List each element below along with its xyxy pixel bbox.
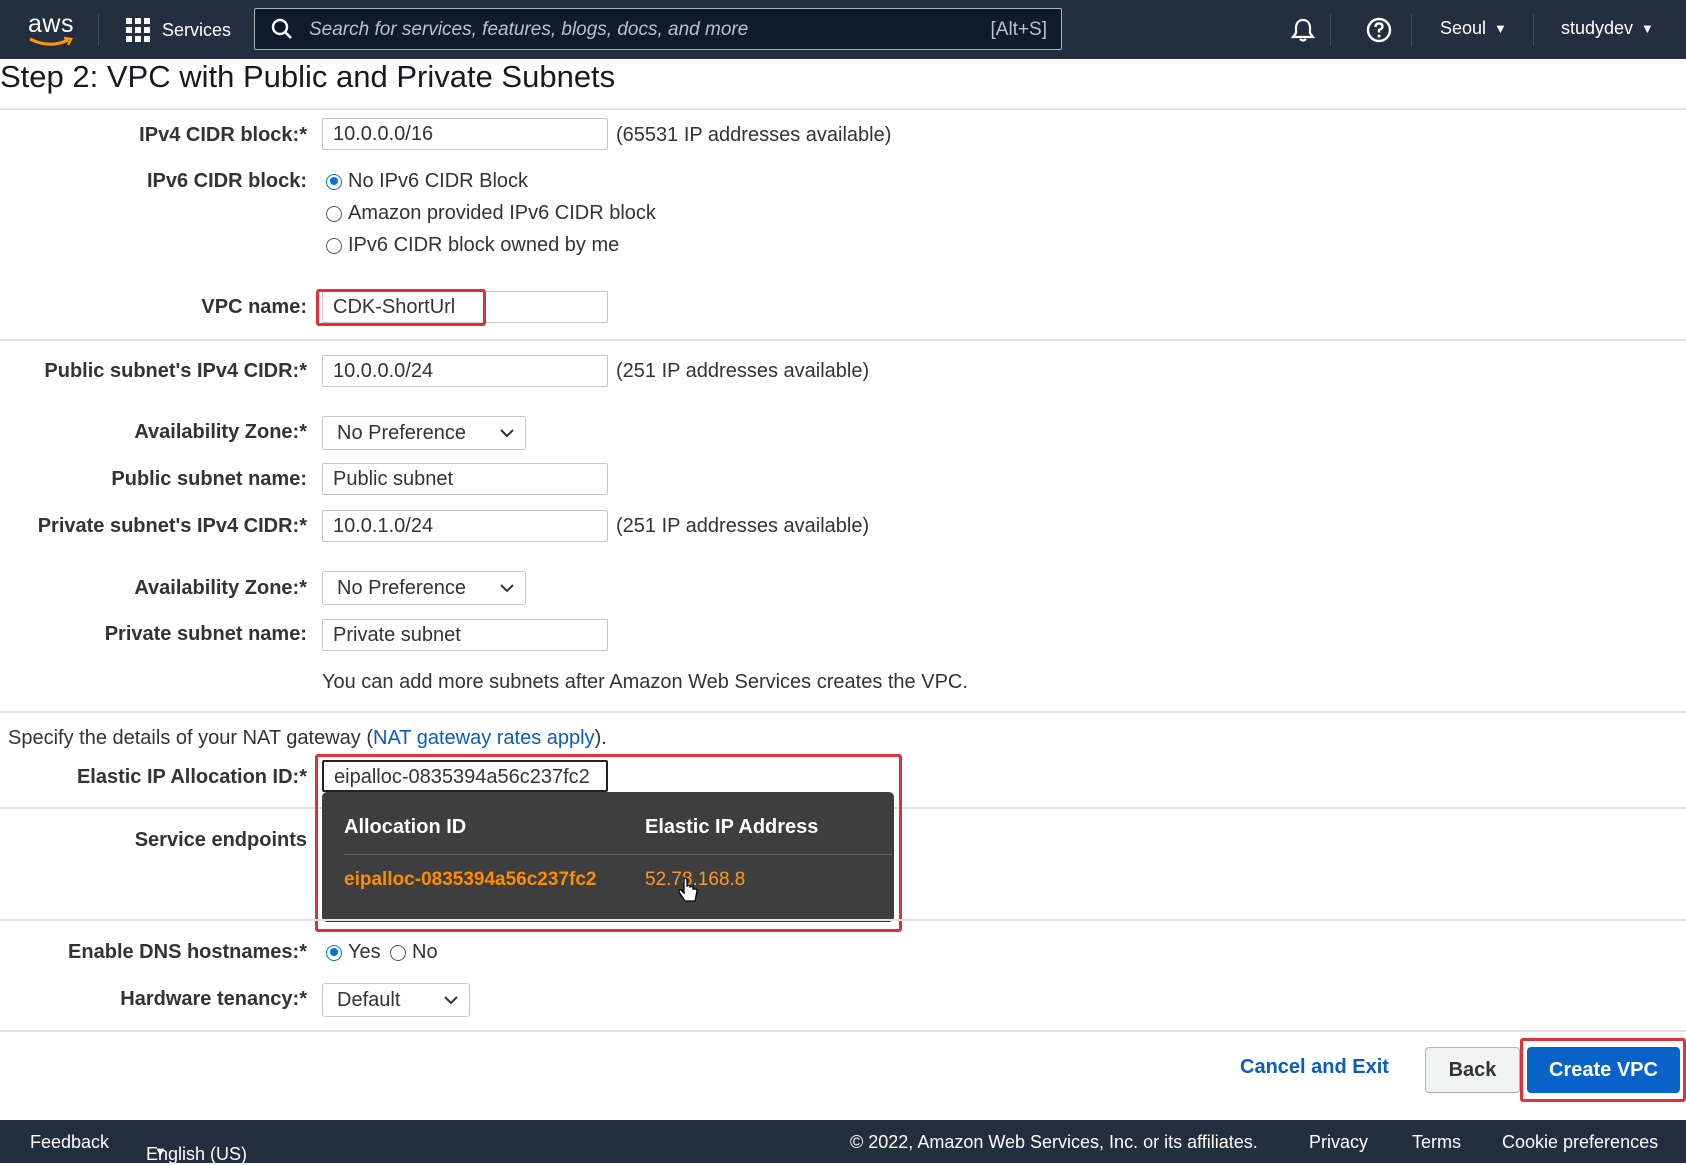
- divider: [0, 108, 1686, 110]
- dns-no-option[interactable]: No: [390, 941, 438, 964]
- nat-intro: Specify the details of your NAT gateway …: [8, 727, 607, 750]
- ipv6-option-none[interactable]: No IPv6 CIDR Block: [326, 170, 528, 193]
- az-public-select[interactable]: No Preference: [322, 416, 526, 450]
- tenancy-value: Default: [337, 989, 401, 1011]
- divider: [0, 919, 1686, 921]
- radio-icon: [326, 205, 342, 222]
- az-private-value: No Preference: [337, 577, 466, 599]
- highlight-box: [315, 754, 902, 932]
- dns-no-label: No: [412, 941, 438, 963]
- search-icon: [271, 18, 292, 39]
- dns-yes-label: Yes: [348, 941, 381, 963]
- az-public-value: No Preference: [337, 422, 466, 444]
- radio-icon: [390, 944, 406, 961]
- subnets-note: You can add more subnets after Amazon We…: [322, 671, 968, 693]
- public-cidr-input[interactable]: 10.0.0.0/24: [322, 355, 608, 387]
- account-label: studydev: [1561, 18, 1634, 38]
- ipv6-option-amazon[interactable]: Amazon provided IPv6 CIDR block: [326, 202, 656, 225]
- region-selector[interactable]: Seoul ▼: [1440, 18, 1507, 39]
- private-name-input[interactable]: Private subnet: [322, 619, 608, 651]
- nat-intro-end: ).: [594, 727, 607, 749]
- service-endpoints-label: Service endpoints: [134, 829, 307, 851]
- cookie-preferences-link[interactable]: Cookie preferences: [1502, 1132, 1658, 1153]
- region-label: Seoul: [1440, 18, 1487, 38]
- dns-hostnames-label: Enable DNS hostnames:*: [68, 941, 307, 963]
- caret-down-icon: ▼: [154, 1144, 167, 1159]
- top-navigation: aws Services Search for services, featur…: [0, 0, 1686, 59]
- private-cidr-label: Private subnet's IPv4 CIDR:*: [37, 515, 307, 537]
- private-cidr-hint: (251 IP addresses available): [616, 515, 870, 537]
- search-shortcut: [Alt+S]: [990, 19, 1048, 40]
- nav-divider: [1330, 14, 1331, 46]
- vpc-name-label: VPC name:: [201, 296, 307, 318]
- public-cidr-label: Public subnet's IPv4 CIDR:*: [44, 360, 307, 382]
- divider: [0, 1030, 1686, 1032]
- privacy-link[interactable]: Privacy: [1309, 1132, 1368, 1153]
- ipv4-cidr-label: IPv4 CIDR block:*: [139, 124, 307, 146]
- help-icon[interactable]: [1365, 16, 1393, 44]
- search-input[interactable]: Search for services, features, blogs, do…: [254, 8, 1062, 50]
- public-name-label: Public subnet name:: [111, 468, 307, 490]
- highlight-box: [316, 289, 486, 326]
- copyright: © 2022, Amazon Web Services, Inc. or its…: [850, 1132, 1258, 1152]
- nav-divider: [1533, 14, 1534, 46]
- eip-label: Elastic IP Allocation ID:*: [76, 766, 307, 788]
- az-public-label: Availability Zone:*: [134, 421, 307, 443]
- grid-icon: [126, 18, 150, 42]
- chevron-down-icon: [444, 996, 458, 1005]
- az-private-select[interactable]: No Preference: [322, 571, 526, 605]
- radio-selected-icon: [326, 944, 342, 961]
- ipv4-cidr-input[interactable]: 10.0.0.0/16: [322, 118, 608, 150]
- ipv6-option-label: IPv6 CIDR block owned by me: [348, 234, 620, 256]
- ipv4-cidr-hint: (65531 IP addresses available): [616, 124, 892, 146]
- search-placeholder: Search for services, features, blogs, do…: [309, 19, 749, 40]
- back-button[interactable]: Back: [1425, 1047, 1520, 1093]
- radio-icon: [326, 237, 342, 254]
- terms-link[interactable]: Terms: [1412, 1132, 1461, 1153]
- services-menu-button[interactable]: Services: [126, 16, 231, 44]
- divider: [0, 339, 1686, 341]
- aws-logo-text: aws: [28, 10, 74, 38]
- divider: [894, 807, 1686, 809]
- account-menu[interactable]: studydev ▼: [1561, 18, 1654, 39]
- ipv6-cidr-label: IPv6 CIDR block:: [146, 170, 307, 192]
- cancel-and-exit-button[interactable]: Cancel and Exit: [1240, 1056, 1389, 1079]
- nat-rates-link[interactable]: NAT gateway rates apply: [373, 727, 595, 749]
- ipv6-option-label: Amazon provided IPv6 CIDR block: [348, 202, 656, 224]
- footer: Feedback English (US) ▼ © 2022, Amazon We…: [0, 1120, 1686, 1164]
- tenancy-label: Hardware tenancy:*: [120, 988, 307, 1010]
- tenancy-select[interactable]: Default: [322, 983, 470, 1017]
- caret-down-icon: ▼: [1641, 21, 1654, 36]
- ipv6-option-owned[interactable]: IPv6 CIDR block owned by me: [326, 234, 619, 257]
- highlight-box: [1520, 1038, 1686, 1102]
- private-name-label: Private subnet name:: [104, 623, 307, 645]
- bell-icon[interactable]: [1290, 17, 1316, 43]
- page-title: Step 2: VPC with Public and Private Subn…: [0, 59, 616, 94]
- chevron-down-icon: [500, 429, 514, 438]
- caret-down-icon: ▼: [1494, 21, 1507, 36]
- private-cidr-input[interactable]: 10.0.1.0/24: [322, 510, 608, 542]
- radio-selected-icon: [326, 173, 342, 190]
- nat-intro-text: Specify the details of your NAT gateway …: [8, 727, 373, 749]
- public-name-input[interactable]: Public subnet: [322, 463, 608, 495]
- nav-divider: [1411, 14, 1412, 46]
- services-label: Services: [162, 19, 232, 40]
- nav-divider: [98, 14, 99, 46]
- aws-logo[interactable]: aws: [26, 10, 78, 50]
- feedback-link[interactable]: Feedback: [30, 1132, 109, 1153]
- az-private-label: Availability Zone:*: [134, 577, 307, 599]
- divider: [0, 711, 1686, 713]
- ipv6-option-label: No IPv6 CIDR Block: [348, 170, 529, 192]
- aws-smile-icon: [29, 36, 73, 46]
- public-cidr-hint: (251 IP addresses available): [616, 360, 870, 382]
- divider: [0, 807, 322, 809]
- dns-yes-option[interactable]: Yes: [326, 941, 381, 964]
- chevron-down-icon: [500, 584, 514, 593]
